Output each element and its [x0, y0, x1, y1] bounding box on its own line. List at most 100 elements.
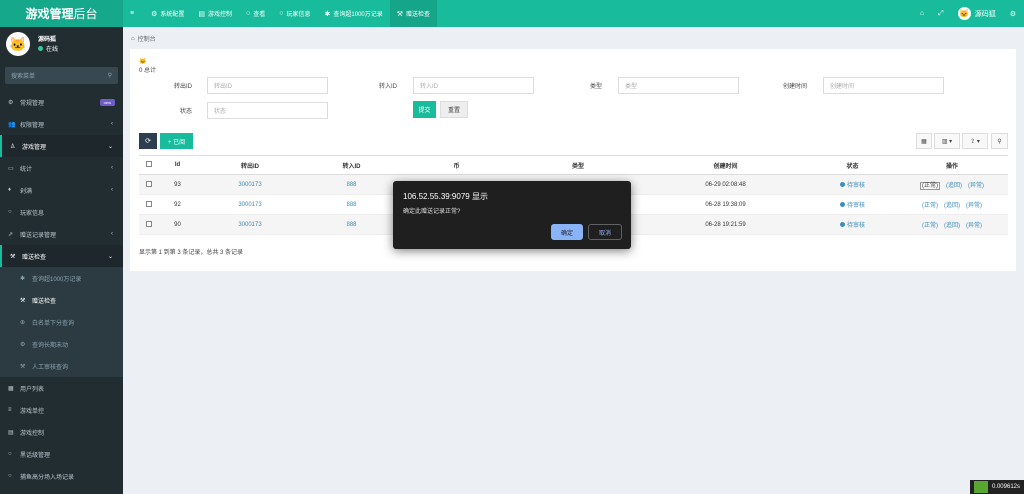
cell-actions: (正常) (追回) (异常)	[896, 174, 1008, 195]
submit-button[interactable]: 提交	[413, 101, 436, 118]
user-menu[interactable]: 🐱 源码狐	[957, 7, 996, 20]
toggle-view-button[interactable]: ▦	[916, 133, 932, 149]
export-button[interactable]: ⇪ ▾	[962, 133, 988, 149]
cell-out-id[interactable]: 3000173	[196, 214, 304, 235]
dialog-cancel-button[interactable]: 取消	[588, 224, 622, 240]
chevron-icon: ‹	[111, 121, 113, 127]
sidebar-item[interactable]: ▭ 统计 ‹	[0, 157, 123, 179]
sidebar-item[interactable]: 👥 权限管理 ‹	[0, 113, 123, 135]
sidebar-item-label: 赠送检查	[22, 254, 47, 261]
sidebar-item[interactable]: ○ 玩家信息	[0, 201, 123, 223]
render-time-badge: 0.009612s	[969, 480, 1024, 494]
columns-icon: ▥ ▾	[941, 138, 953, 145]
sidebar-item[interactable]: ≡ 游戏单控	[0, 399, 123, 421]
sidebar-item[interactable]: ✱ 查询超1000万记录	[0, 267, 123, 289]
col-header[interactable]: 创建时间	[642, 155, 809, 175]
col-header[interactable]: 转入ID	[304, 155, 399, 175]
row-checkbox[interactable]	[139, 174, 159, 195]
tab-over-10m-records[interactable]: ✱ 查询超1000万记录	[318, 0, 390, 27]
tab-player-info[interactable]: ○ 玩家信息	[272, 0, 317, 27]
reset-button[interactable]: 重置	[440, 101, 468, 118]
normal-link[interactable]: (正常)	[922, 223, 938, 229]
col-header[interactable]: 类型	[514, 155, 642, 175]
app-logo[interactable]: 游戏管理 后台	[0, 0, 123, 27]
status-input[interactable]: 状态	[207, 102, 328, 119]
menu-item-icon: 👥	[8, 121, 16, 128]
abnormal-link[interactable]: (异常)	[968, 183, 984, 189]
breadcrumb-label: 控制台	[137, 37, 156, 43]
settings-icon[interactable]: ⚙	[1010, 10, 1016, 18]
circle-icon: ○	[246, 10, 251, 17]
fullscreen-icon[interactable]: ⤢	[938, 10, 944, 18]
in-id-input[interactable]: 转入ID	[413, 77, 534, 94]
home-icon[interactable]: ⌂	[920, 10, 924, 17]
dialog-ok-button[interactable]: 确定	[551, 224, 583, 240]
abnormal-link[interactable]: (异常)	[966, 223, 982, 229]
dashboard-icon: ⌂	[131, 35, 135, 42]
sidebar-item[interactable]: ⚙ 常规管理 new	[0, 91, 123, 113]
sidebar-item[interactable]: ⊕ 白名单下分查询	[0, 311, 123, 333]
tab-label: 玩家信息	[286, 12, 311, 18]
cell-in-id[interactable]: 888	[304, 174, 399, 195]
mark-read-button[interactable]: + 已阅	[160, 133, 193, 149]
recover-link[interactable]: (追回)	[944, 223, 960, 229]
col-header[interactable]: 状态	[809, 155, 896, 175]
sidebar-item[interactable]: ⇗ 赠送记录管理 ‹	[0, 223, 123, 245]
menu-item-icon: ⚙	[20, 341, 26, 348]
recover-link[interactable]: (追回)	[944, 203, 960, 209]
menu-item-icon: ♦	[8, 187, 12, 193]
out-id-input[interactable]: 转出ID	[207, 77, 328, 94]
select-all-checkbox[interactable]	[139, 155, 159, 175]
dialog-title: 106.52.55.39:9079 显示	[403, 192, 488, 201]
cell-in-id[interactable]: 888	[304, 194, 399, 215]
columns-button[interactable]: ▥ ▾	[934, 133, 960, 149]
sidebar-item[interactable]: ⚒ 赠送检查 ⌄	[0, 245, 123, 267]
op-label: 异常	[968, 223, 981, 229]
sidebar-item[interactable]: ▤ 游戏控制	[0, 421, 123, 443]
sidebar-item-label: 玩家信息	[20, 210, 45, 217]
cell-out-id[interactable]: 3000173	[196, 174, 304, 195]
status-dot-icon	[839, 182, 845, 187]
sidebar-item[interactable]: ○ 捕鱼高分场入场记录	[0, 465, 123, 487]
col-header[interactable]: 币	[399, 155, 514, 175]
refresh-button[interactable]: ⟳	[139, 133, 157, 149]
sidebar-search-input[interactable]: 搜索菜单 ⚲	[5, 67, 118, 84]
col-header[interactable]: 转出ID	[196, 155, 304, 175]
sidebar-item-label: 赠送记录管理	[20, 232, 57, 239]
created-time-input[interactable]: 创建时间	[823, 77, 944, 94]
cell-in-id[interactable]: 888	[304, 214, 399, 235]
cell-out-id[interactable]: 3000173	[196, 194, 304, 215]
sidebar-item[interactable]: ▦ 用户列表	[0, 377, 123, 399]
tab-system-config[interactable]: ⚙ 系统配置	[144, 0, 191, 27]
grid-icon: ▦	[921, 138, 927, 145]
hammer-icon: ⚒	[396, 10, 404, 18]
top-nav: ≡ ⚙ 系统配置 ▤ 游戏控制 ○ 查看 ○ 玩家信息 ✱ 查询超1000万记录 ⚒ 赠送检…	[123, 0, 438, 27]
sidebar-item[interactable]: ♙ 游戏管理 ⌄	[0, 135, 123, 157]
sidebar-item[interactable]: ○ 黑话级管理	[0, 443, 123, 465]
cell-created-time: 06-29 02:08:48	[642, 174, 809, 195]
normal-link[interactable]: (正常)	[919, 182, 940, 190]
row-checkbox[interactable]	[139, 194, 159, 215]
search-icon[interactable]: ⚲	[108, 72, 112, 79]
col-header[interactable]: Id	[159, 155, 196, 175]
tab-game-control[interactable]: ▤ 游戏控制	[191, 0, 239, 27]
recover-link[interactable]: (追回)	[946, 183, 962, 189]
normal-link[interactable]: (正常)	[922, 203, 938, 209]
row-checkbox[interactable]	[139, 214, 159, 235]
tab-gift-check[interactable]: ⚒ 赠送检查	[389, 0, 438, 27]
menu-item-icon: ▭	[8, 165, 14, 172]
sidebar-item[interactable]: ♦ 剁满 ‹	[0, 179, 123, 201]
tab-view[interactable]: ○ 查看	[239, 0, 272, 27]
sidebar-toggle-button[interactable]: ≡	[123, 0, 144, 27]
sidebar-item[interactable]: ⚒ 赠送检查	[0, 289, 123, 311]
breadcrumb[interactable]: ⌂ 控制台	[131, 34, 156, 44]
sidebar-item[interactable]: ⚙ 查询长期未动	[0, 333, 123, 355]
export-icon: ⇪ ▾	[970, 138, 980, 145]
op-label: 追回	[945, 223, 958, 229]
abnormal-link[interactable]: (异常)	[966, 203, 982, 209]
op-label: 异常	[970, 183, 983, 189]
sidebar-item[interactable]: ⚒ 人工审核查询	[0, 355, 123, 377]
type-input[interactable]: 类型	[618, 77, 739, 94]
circle-icon: ○	[279, 10, 284, 17]
search-button[interactable]: ⚲	[991, 133, 1008, 149]
